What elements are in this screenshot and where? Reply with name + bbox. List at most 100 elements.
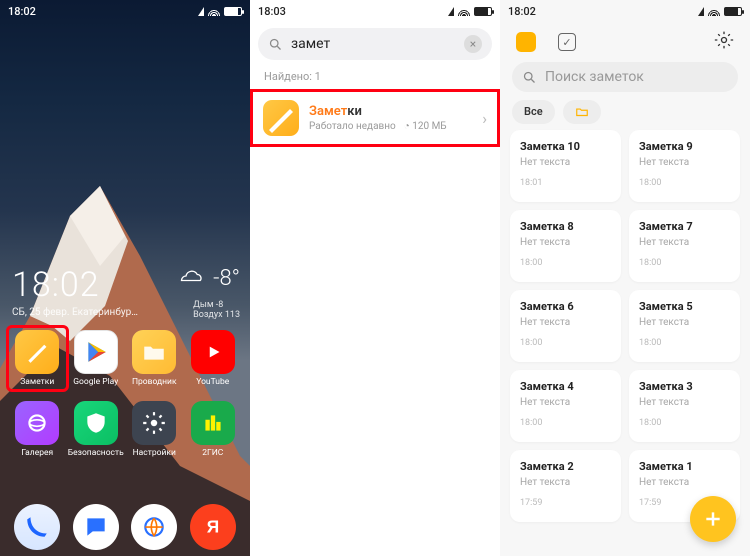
app-grid: Заметки Google Play Проводник YouTube Га… [0,330,250,458]
app-security[interactable]: Безопасность [67,401,126,458]
results-count: Найдено: 1 [250,60,500,89]
filter-all[interactable]: Все [512,100,555,124]
search-icon [268,37,283,52]
add-note-button[interactable] [690,496,736,542]
messages-icon [73,504,119,550]
note-card[interactable]: Заметка 10 Нет текста 18:01 [510,130,621,202]
note-subtitle: Нет текста [639,317,730,328]
gallery-icon [15,401,59,445]
weather-widget[interactable]: -8° [177,265,240,291]
weather-sub: Дым -8 Воздух 113 [193,300,240,320]
note-title: Заметка 5 [639,300,730,313]
files-icon [132,330,176,374]
note-time: 18:00 [520,258,611,268]
note-card[interactable]: Заметка 9 Нет текста 18:00 [629,130,740,202]
app-files[interactable]: Проводник [125,330,184,387]
note-subtitle: Нет текста [639,397,730,408]
note-title: Заметка 4 [520,380,611,393]
status-time: 18:02 [508,5,536,18]
note-card[interactable]: Заметка 8 Нет текста 18:00 [510,210,621,282]
signal-icon [698,7,704,16]
storage-icon: ◔ 120 МБ [404,121,447,132]
note-time: 18:00 [639,258,730,268]
notes-icon [263,100,299,136]
note-time: 18:00 [520,338,611,348]
note-subtitle: Нет текста [639,477,730,488]
filter-bar: Все [500,100,750,130]
dock: Я [0,504,250,550]
note-title: Заметка 10 [520,140,611,153]
note-subtitle: Нет текста [520,157,611,168]
panel-app-search: 18:03 замет × Найдено: 1 Заметки Работал… [250,0,500,556]
search-result-notes[interactable]: Заметки Работало недавно ◔ 120 МБ › [250,89,500,147]
clear-button[interactable]: × [464,35,482,53]
wifi-icon [208,7,220,16]
app-youtube[interactable]: YouTube [184,330,243,387]
search-input[interactable]: замет [291,36,456,52]
tab-notes[interactable] [516,32,536,52]
youtube-icon [191,330,235,374]
settings-button[interactable] [714,30,734,54]
note-subtitle: Нет текста [520,237,611,248]
dock-yandex[interactable]: Я [184,504,243,550]
weather-icon [177,265,207,291]
app-settings[interactable]: Настройки [125,401,184,458]
note-card[interactable]: Заметка 6 Нет текста 18:00 [510,290,621,362]
note-card[interactable]: Заметка 2 Нет текста 17:59 [510,450,621,522]
app-google-play[interactable]: Google Play [67,330,126,387]
yandex-icon: Я [190,504,236,550]
note-subtitle: Нет текста [520,397,611,408]
phone-icon [14,504,60,550]
note-subtitle: Нет текста [520,317,611,328]
security-icon [74,401,118,445]
status-bar: 18:03 [250,0,500,22]
panel-notes-app: 18:02 Поиск заметок Все Заметка 10 Нет т… [500,0,750,556]
note-card[interactable]: Заметка 7 Нет текста 18:00 [629,210,740,282]
signal-icon [198,7,204,16]
dock-phone[interactable] [8,504,67,550]
panel-home-screen: 18:02 18:02 СБ, 25 февр. Екатеринбург, С… [0,0,250,556]
note-subtitle: Нет текста [520,477,611,488]
note-title: Заметка 6 [520,300,611,313]
wifi-icon [458,7,470,16]
app-2gis[interactable]: 2ГИС [184,401,243,458]
note-time: 18:00 [639,338,730,348]
battery-icon [724,7,742,16]
notes-icon [15,330,59,374]
note-card[interactable]: Заметка 4 Нет текста 18:00 [510,370,621,442]
signal-icon [448,7,454,16]
tab-tasks[interactable] [558,33,576,51]
chevron-right-icon: › [482,109,487,128]
filter-folder[interactable] [563,100,601,124]
note-title: Заметка 9 [639,140,730,153]
note-title: Заметка 8 [520,220,611,233]
notes-grid: Заметка 10 Нет текста 18:01Заметка 9 Нет… [500,130,750,522]
status-time: 18:03 [258,5,286,18]
2gis-icon [191,401,235,445]
note-card[interactable]: Заметка 5 Нет текста 18:00 [629,290,740,362]
folder-icon [575,105,589,119]
weather-temp: -8° [213,266,240,291]
status-bar: 18:02 [0,0,250,22]
wifi-icon [708,7,720,16]
clock-widget[interactable]: 18:02 СБ, 25 февр. Екатеринбург, Свердл… [12,265,142,318]
note-title: Заметка 7 [639,220,730,233]
note-card[interactable]: Заметка 3 Нет текста 18:00 [629,370,740,442]
search-field[interactable]: замет × [258,28,492,60]
note-subtitle: Нет текста [639,157,730,168]
status-bar: 18:02 [500,0,750,22]
note-subtitle: Нет текста [639,237,730,248]
clock-time: 18:02 [12,265,142,305]
note-title: Заметка 1 [639,460,730,473]
dock-messages[interactable] [67,504,126,550]
note-time: 18:01 [520,178,611,188]
dock-browser[interactable] [125,504,184,550]
status-time: 18:02 [8,5,36,18]
app-notes[interactable]: Заметки [6,325,69,392]
app-gallery[interactable]: Галерея [8,401,67,458]
note-time: 18:00 [639,418,730,428]
svg-text:Я: Я [207,516,219,536]
browser-icon [131,504,177,550]
notes-search-field[interactable]: Поиск заметок [512,62,738,92]
settings-icon [132,401,176,445]
